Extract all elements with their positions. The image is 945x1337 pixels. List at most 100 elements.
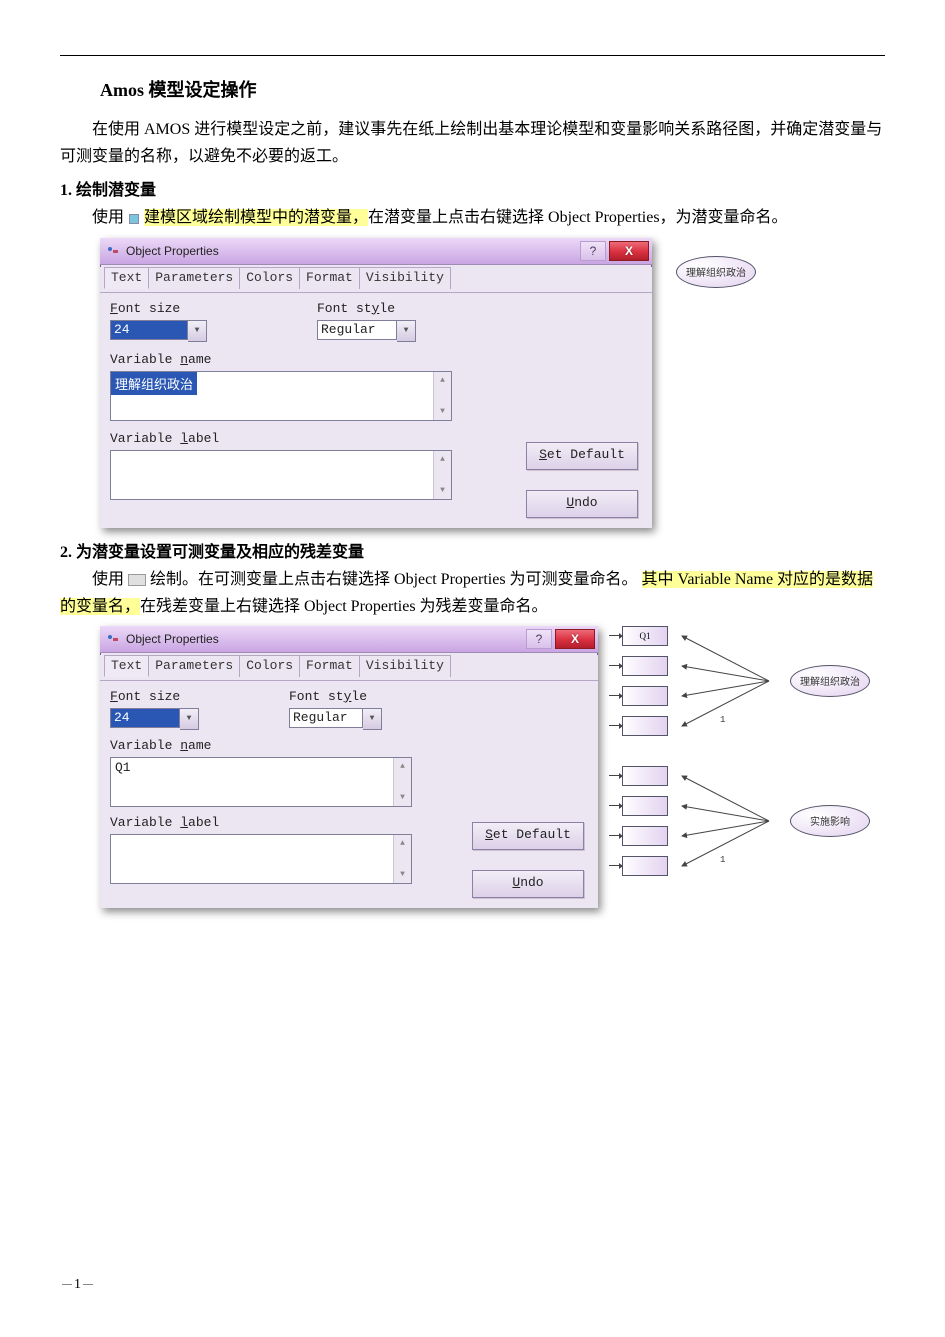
measurement-model-2: 1 实施影响 bbox=[622, 766, 870, 876]
tab-format[interactable]: Format bbox=[299, 267, 360, 289]
dialog1-close-button[interactable]: X bbox=[609, 241, 649, 261]
tab-visibility[interactable]: Visibility bbox=[359, 655, 451, 677]
section2-heading: 2. 为潜变量设置可测变量及相应的残差变量 bbox=[60, 538, 885, 562]
section1-highlight: 建模区域绘制模型中的潜变量， bbox=[144, 209, 368, 226]
measurement-model-1: Q1 1 理解组织政治 bbox=[622, 626, 870, 736]
latent-tool-icon bbox=[129, 214, 139, 224]
page-title: Amos 模型设定操作 bbox=[100, 76, 885, 102]
tab-format[interactable]: Format bbox=[299, 655, 360, 677]
font-style-field: Font style Regular ▼ bbox=[317, 301, 416, 342]
section2-text-b: 绘制。在可测变量上点击右键选择 Object Properties 为可测变量命… bbox=[150, 571, 638, 588]
dialog1-title: Object Properties bbox=[126, 244, 219, 258]
latent-ellipse-2: 理解组织政治 bbox=[790, 665, 870, 697]
set-default-button-2[interactable]: Set Default bbox=[472, 822, 584, 850]
tab-parameters[interactable]: Parameters bbox=[148, 267, 240, 289]
scroll-up-icon[interactable]: ▲ bbox=[394, 758, 411, 775]
dialog2-title: Object Properties bbox=[126, 632, 219, 646]
font-style-label-2: Font style bbox=[289, 689, 382, 704]
scroll-down-icon[interactable]: ▼ bbox=[434, 403, 451, 420]
section1-text-a: 使用 bbox=[92, 209, 124, 226]
variable-label-input-2[interactable]: ▲ ▼ bbox=[110, 834, 412, 884]
latent-ellipse-1: 理解组织政治 bbox=[676, 256, 756, 288]
variable-name-value-2: Q1 bbox=[111, 758, 411, 777]
font-style-input-2[interactable]: Regular bbox=[289, 708, 363, 728]
section2-text-d: 在残差变量上右键选择 Object Properties 为残差变量命名。 bbox=[140, 598, 548, 615]
coef-1: 1 bbox=[720, 855, 725, 865]
font-size-input[interactable]: 24 bbox=[110, 320, 188, 340]
intro-paragraph: 在使用 AMOS 进行模型设定之前，建议事先在纸上绘制出基本理论模型和变量影响关… bbox=[60, 116, 885, 170]
app-icon bbox=[106, 244, 120, 258]
font-size-label-2: Font size bbox=[110, 689, 199, 704]
variable-label-value bbox=[111, 451, 451, 455]
tab-text[interactable]: Text bbox=[104, 267, 149, 289]
figure-2: Object Properties ? X Text Parameters Co… bbox=[100, 626, 885, 908]
font-size-dropdown-button-2[interactable]: ▼ bbox=[180, 708, 199, 730]
font-size-field-2: Font size 24 ▼ bbox=[110, 689, 199, 730]
observed-q2 bbox=[622, 656, 668, 676]
font-size-input-2[interactable]: 24 bbox=[110, 708, 180, 728]
coef-1: 1 bbox=[720, 715, 725, 725]
variable-name-input[interactable]: 理解组织政治 ▲ ▼ bbox=[110, 371, 452, 421]
object-properties-dialog-1: Object Properties ? X Text Parameters Co… bbox=[100, 238, 652, 528]
variable-label-input[interactable]: ▲ ▼ bbox=[110, 450, 452, 500]
scroll-up-icon[interactable]: ▲ bbox=[434, 451, 451, 468]
set-default-button[interactable]: Set Default bbox=[526, 442, 638, 470]
section1-heading: 1. 绘制潜变量 bbox=[60, 176, 885, 200]
dialog2-tabs: Text Parameters Colors Format Visibility bbox=[104, 655, 598, 677]
variable-label-scrollbar-2[interactable]: ▲ ▼ bbox=[393, 835, 411, 883]
observed-b2 bbox=[622, 796, 668, 816]
scroll-down-icon[interactable]: ▼ bbox=[394, 866, 411, 883]
observed-q4 bbox=[622, 716, 668, 736]
font-style-dropdown-button[interactable]: ▼ bbox=[397, 320, 416, 342]
page-number: 1 bbox=[60, 1277, 95, 1293]
app-icon bbox=[106, 632, 120, 646]
dialog1-help-button[interactable]: ? bbox=[580, 241, 606, 261]
variable-name-scrollbar[interactable]: ▲ ▼ bbox=[433, 372, 451, 420]
scroll-up-icon[interactable]: ▲ bbox=[434, 372, 451, 389]
font-style-label: Font style bbox=[317, 301, 416, 316]
scroll-down-icon[interactable]: ▼ bbox=[434, 482, 451, 499]
observed-q1: Q1 bbox=[622, 626, 668, 646]
path-arrows-2: 1 bbox=[674, 766, 784, 876]
tab-colors[interactable]: Colors bbox=[239, 655, 300, 677]
tab-colors[interactable]: Colors bbox=[239, 267, 300, 289]
variable-label-scrollbar[interactable]: ▲ ▼ bbox=[433, 451, 451, 499]
dialog2-help-button[interactable]: ? bbox=[526, 629, 552, 649]
figure-1: Object Properties ? X Text Parameters Co… bbox=[100, 238, 885, 528]
object-properties-dialog-2: Object Properties ? X Text Parameters Co… bbox=[100, 626, 598, 908]
undo-button[interactable]: Undo bbox=[526, 490, 638, 518]
font-size-label: FFont sizeont size bbox=[110, 301, 207, 316]
undo-button-2[interactable]: Undo bbox=[472, 870, 584, 898]
variable-label-value-2 bbox=[111, 835, 411, 839]
section2-text: 使用 ··· 绘制。在可测变量上点击右键选择 Object Properties… bbox=[60, 566, 885, 620]
scroll-up-icon[interactable]: ▲ bbox=[394, 835, 411, 852]
variable-name-scrollbar-2[interactable]: ▲ ▼ bbox=[393, 758, 411, 806]
observed-q3 bbox=[622, 686, 668, 706]
font-size-dropdown-button[interactable]: ▼ bbox=[188, 320, 207, 342]
observed-b3 bbox=[622, 826, 668, 846]
dialog1-tabs: Text Parameters Colors Format Visibility bbox=[104, 267, 652, 289]
variable-name-input-2[interactable]: Q1 ▲ ▼ bbox=[110, 757, 412, 807]
dialog2-close-button[interactable]: X bbox=[555, 629, 595, 649]
section1-text-b: 在潜变量上点击右键选择 Object Properties，为潜变量命名。 bbox=[368, 209, 788, 226]
path-arrows-1: 1 bbox=[674, 626, 784, 736]
variable-name-label-2: Variable name bbox=[110, 738, 588, 753]
top-rule bbox=[60, 55, 885, 56]
indicator-tool-icon: ··· bbox=[128, 574, 146, 586]
section2-text-a: 使用 bbox=[92, 571, 124, 588]
scroll-down-icon[interactable]: ▼ bbox=[394, 789, 411, 806]
tab-visibility[interactable]: Visibility bbox=[359, 267, 451, 289]
dialog1-titlebar: Object Properties ? X bbox=[100, 238, 652, 265]
dialog2-titlebar: Object Properties ? X bbox=[100, 626, 598, 653]
variable-name-value: 理解组织政治 bbox=[111, 372, 197, 395]
observed-b4 bbox=[622, 856, 668, 876]
font-style-field-2: Font style Regular ▼ bbox=[289, 689, 382, 730]
section1-text: 使用 建模区域绘制模型中的潜变量，在潜变量上点击右键选择 Object Prop… bbox=[60, 204, 885, 231]
tab-parameters[interactable]: Parameters bbox=[148, 655, 240, 677]
observed-b1 bbox=[622, 766, 668, 786]
font-style-input[interactable]: Regular bbox=[317, 320, 397, 340]
font-size-field: FFont sizeont size 24 ▼ bbox=[110, 301, 207, 342]
tab-text[interactable]: Text bbox=[104, 655, 149, 677]
font-style-dropdown-button-2[interactable]: ▼ bbox=[363, 708, 382, 730]
latent-ellipse-3: 实施影响 bbox=[790, 805, 870, 837]
